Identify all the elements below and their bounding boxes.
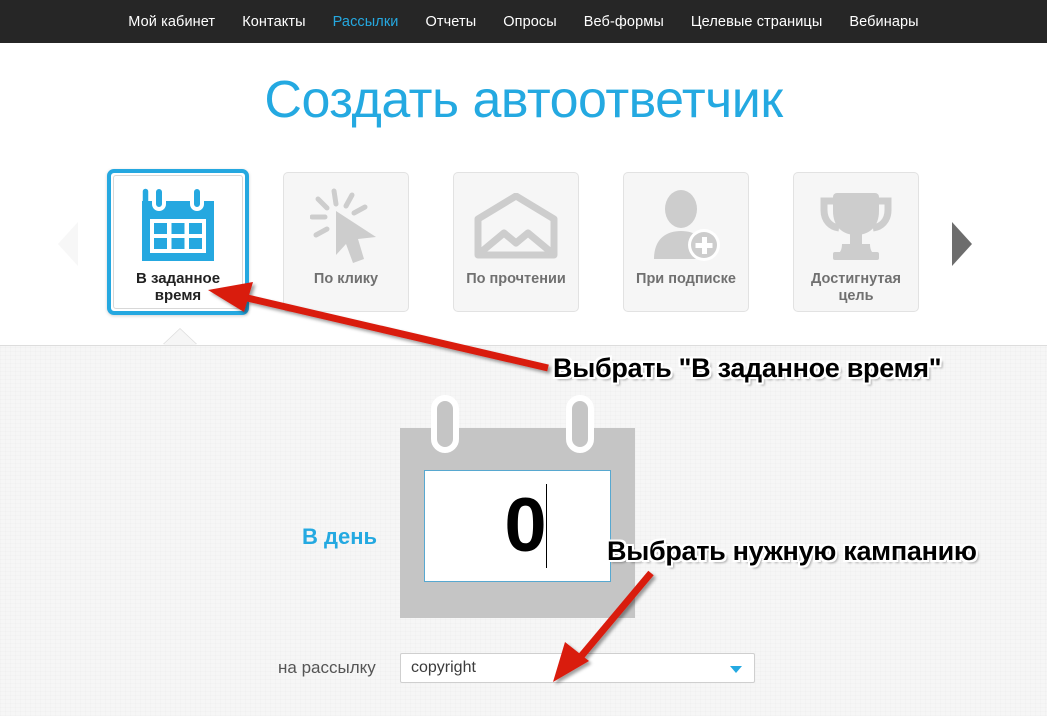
nav-item-webinars[interactable]: Вебинары — [849, 14, 918, 30]
nav-item-my-account[interactable]: Мой кабинет — [128, 14, 215, 30]
annotation-text-select-scheduled: Выбрать "В заданное время" — [553, 353, 942, 383]
nav-item-landing-pages[interactable]: Целевые страницы — [691, 14, 823, 30]
tile-label-line1: Достигнутая — [811, 271, 901, 287]
trigger-tile-goal-reached[interactable]: Достигнутая цель — [793, 172, 919, 312]
top-navigation-bar: Мой кабинет Контакты Рассылки Отчеты Опр… — [0, 0, 1047, 43]
page-title: Создать автоответчик — [264, 71, 783, 129]
tile-label-on-subscribe: При подписке — [636, 271, 736, 287]
calendar-ring-left — [431, 395, 459, 453]
nav-item-contacts[interactable]: Контакты — [242, 14, 305, 30]
tile-inner: В заданное время — [113, 175, 243, 309]
carousel-next-arrow-icon[interactable] — [952, 222, 972, 266]
trigger-tile-on-subscribe[interactable]: При подписке — [623, 172, 749, 312]
day-number-value: 0 — [504, 483, 547, 568]
day-number-input[interactable]: 0 — [424, 470, 611, 582]
page-root: Мой кабинет Контакты Рассылки Отчеты Опр… — [0, 0, 1047, 716]
nav-items-list: Мой кабинет Контакты Рассылки Отчеты Опр… — [128, 14, 918, 30]
cursor-click-icon — [310, 183, 382, 269]
chevron-down-icon[interactable] — [730, 666, 742, 673]
campaign-select[interactable]: copyright — [400, 653, 755, 683]
trophy-icon — [817, 183, 895, 269]
tile-label-goal-reached: Достигнутая цель — [796, 269, 916, 305]
user-add-icon — [648, 183, 724, 269]
nav-item-reports[interactable]: Отчеты — [426, 14, 477, 30]
trigger-tile-scheduled-time[interactable]: В заданное время — [107, 169, 249, 315]
nav-item-web-forms[interactable]: Веб-формы — [584, 14, 664, 30]
campaign-selected-value: copyright — [411, 659, 476, 676]
carousel-prev-arrow-icon[interactable] — [58, 222, 78, 266]
tile-label-on-click: По клику — [313, 271, 379, 287]
open-envelope-icon — [474, 183, 558, 269]
campaign-label: на рассылку — [278, 658, 376, 677]
trigger-tile-on-read[interactable]: По прочтении — [453, 172, 579, 312]
panel-pointer-notch — [163, 329, 197, 345]
day-calendar-graphic: 0 — [400, 395, 635, 618]
calendar-ring-right — [566, 395, 594, 453]
tile-label-line2: цель — [838, 288, 874, 304]
tile-label-scheduled-time: В заданное время — [118, 270, 238, 304]
trigger-tile-on-click[interactable]: По клику — [283, 172, 409, 312]
tile-label-line2: время — [154, 287, 202, 304]
tile-label-line1: В заданное — [135, 270, 221, 287]
tile-label-on-read: По прочтении — [466, 271, 566, 287]
calendar-icon — [138, 182, 218, 270]
day-label: В день — [302, 524, 378, 549]
nav-item-mailings[interactable]: Рассылки — [333, 14, 399, 30]
annotation-text-select-campaign: Выбрать нужную кампанию — [607, 536, 977, 566]
text-cursor-caret — [546, 484, 547, 568]
nav-item-surveys[interactable]: Опросы — [503, 14, 557, 30]
